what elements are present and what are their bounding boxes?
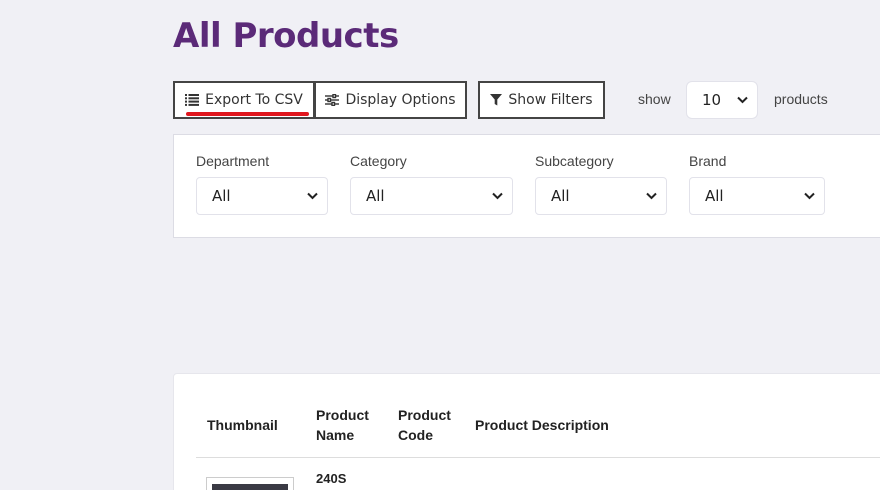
header-product-name-line1: Product: [316, 407, 369, 423]
category-select[interactable]: All: [350, 177, 513, 215]
show-label: show: [638, 91, 671, 107]
products-label: products: [774, 91, 828, 107]
header-divider: [196, 457, 880, 458]
header-product-code[interactable]: Product Code: [398, 405, 451, 445]
department-select[interactable]: All: [196, 177, 328, 215]
brand-label: Brand: [689, 153, 727, 169]
display-options-label: Display Options: [345, 92, 456, 108]
header-product-name-line2: Name: [316, 427, 355, 443]
subcategory-label: Subcategory: [535, 153, 614, 169]
header-product-name[interactable]: Product Name: [316, 405, 369, 445]
department-value: All: [212, 187, 231, 205]
category-label: Category: [350, 153, 407, 169]
header-product-code-line2: Code: [398, 427, 433, 443]
header-product-description[interactable]: Product Description: [475, 415, 609, 435]
sliders-icon: [325, 94, 340, 106]
display-options-button[interactable]: Display Options: [314, 81, 467, 119]
chevron-down-icon: [737, 96, 748, 104]
subcategory-value: All: [551, 187, 570, 205]
export-csv-label: Export To CSV: [205, 92, 303, 108]
chevron-down-icon: [646, 192, 657, 200]
header-thumbnail[interactable]: Thumbnail: [207, 415, 278, 435]
chevron-down-icon: [804, 192, 815, 200]
show-filters-label: Show Filters: [508, 92, 593, 108]
chevron-down-icon: [492, 192, 503, 200]
brand-value: All: [705, 187, 724, 205]
per-page-value: 10: [702, 91, 722, 109]
chevron-down-icon: [307, 192, 318, 200]
per-page-select[interactable]: 10: [686, 81, 758, 119]
list-icon: [185, 94, 200, 106]
page-title: All Products: [173, 16, 399, 56]
header-product-code-line1: Product: [398, 407, 451, 423]
subcategory-select[interactable]: All: [535, 177, 667, 215]
filter-icon: [490, 94, 503, 106]
active-underline: [186, 112, 309, 116]
brand-select[interactable]: All: [689, 177, 825, 215]
category-value: All: [366, 187, 385, 205]
product-name-cell[interactable]: 240S: [316, 471, 346, 486]
product-thumbnail[interactable]: [206, 477, 294, 490]
show-filters-button[interactable]: Show Filters: [478, 81, 605, 119]
department-label: Department: [196, 153, 270, 169]
